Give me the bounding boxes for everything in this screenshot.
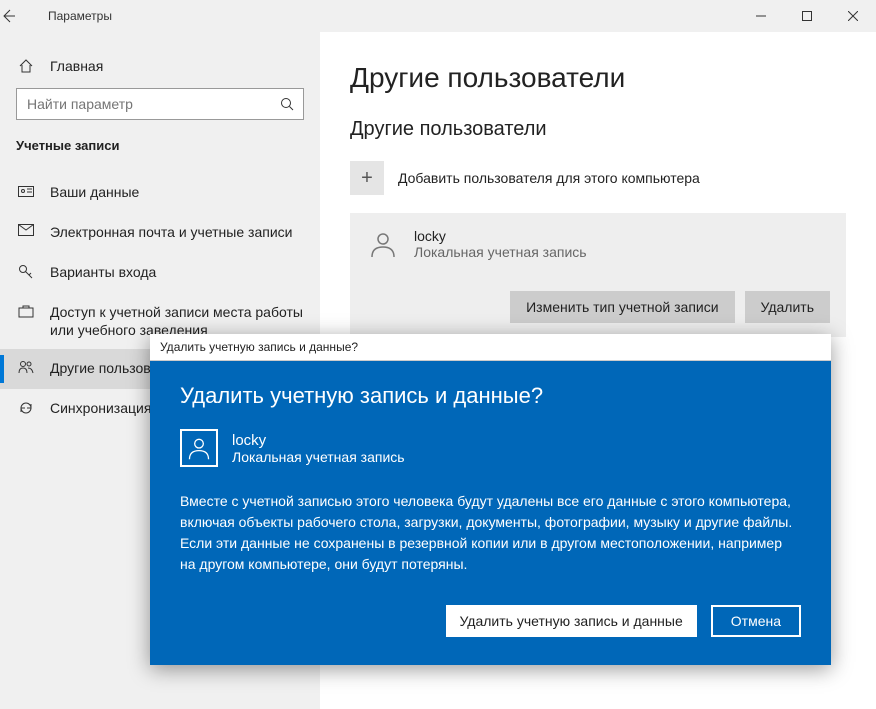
id-card-icon (16, 184, 36, 198)
home-icon (16, 58, 36, 74)
plus-icon: + (350, 161, 384, 195)
close-icon (848, 11, 858, 21)
nav-item-signin[interactable]: Варианты входа (0, 253, 320, 293)
nav-item-email[interactable]: Электронная почта и учетные записи (0, 213, 320, 253)
delete-account-dialog: Удалить учетную запись и данные? Удалить… (150, 334, 831, 665)
delete-user-button[interactable]: Удалить (745, 291, 830, 323)
page-heading: Другие пользователи (350, 62, 846, 94)
dialog-titlebar: Удалить учетную запись и данные? (150, 334, 831, 361)
user-name: locky (414, 228, 587, 244)
minimize-icon (756, 11, 766, 21)
search-box[interactable] (16, 88, 304, 120)
mail-icon (16, 224, 36, 236)
home-label: Главная (50, 58, 103, 74)
close-button[interactable] (830, 0, 876, 32)
category-label: Учетные записи (0, 138, 320, 173)
avatar-icon (366, 227, 400, 261)
user-type: Локальная учетная запись (414, 244, 587, 260)
user-card[interactable]: locky Локальная учетная запись Изменить … (350, 213, 846, 337)
search-icon (271, 97, 303, 111)
home-nav[interactable]: Главная (0, 52, 320, 88)
title-bar: Параметры (0, 0, 876, 32)
avatar-icon (180, 429, 218, 467)
window-title: Параметры (40, 9, 112, 23)
cancel-button[interactable]: Отмена (711, 605, 801, 637)
dialog-body-text: Вместе с учетной записью этого человека … (180, 491, 801, 575)
dialog-user-name: locky (232, 432, 405, 449)
nav-item-your-info[interactable]: Ваши данные (0, 173, 320, 213)
maximize-button[interactable] (784, 0, 830, 32)
key-icon (16, 264, 36, 280)
confirm-delete-button[interactable]: Удалить учетную запись и данные (446, 605, 697, 637)
briefcase-icon (16, 304, 36, 318)
search-input[interactable] (17, 96, 271, 112)
users-icon (16, 360, 36, 374)
arrow-left-icon (0, 8, 16, 24)
dialog-heading: Удалить учетную запись и данные? (180, 383, 801, 409)
dialog-user-type: Локальная учетная запись (232, 449, 405, 465)
back-button[interactable] (0, 8, 40, 24)
nav-label: Варианты входа (50, 263, 156, 281)
add-user-label: Добавить пользователя для этого компьюте… (398, 170, 700, 186)
maximize-icon (802, 11, 812, 21)
section-heading: Другие пользователи (350, 118, 846, 141)
nav-label: Ваши данные (50, 183, 139, 201)
minimize-button[interactable] (738, 0, 784, 32)
sync-icon (16, 400, 36, 416)
nav-label: Электронная почта и учетные записи (50, 223, 292, 241)
add-user-button[interactable]: + Добавить пользователя для этого компью… (350, 161, 846, 195)
change-account-type-button[interactable]: Изменить тип учетной записи (510, 291, 734, 323)
